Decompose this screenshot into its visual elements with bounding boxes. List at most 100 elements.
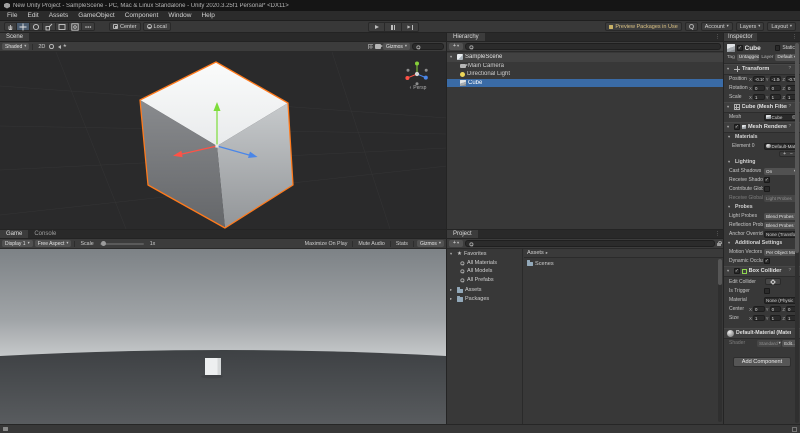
folder-assets[interactable]: ▸ Assets	[447, 286, 522, 295]
tab-game[interactable]: Game	[0, 230, 28, 238]
scene-viewport[interactable]: ‹ Persp	[0, 52, 446, 229]
size-y-field[interactable]: 1	[770, 315, 782, 322]
hand-tool-button[interactable]	[4, 22, 17, 31]
project-item-scenes[interactable]: Scenes	[524, 259, 723, 268]
favorite-all-models[interactable]: All Models	[447, 267, 522, 276]
draw-mode-dropdown[interactable]: Shaded ▾	[2, 43, 29, 50]
maximize-on-play-toggle[interactable]: Maximize On Play	[303, 241, 350, 247]
stats-toggle[interactable]: Stats	[394, 241, 410, 247]
box-collider-component-header[interactable]: ▾ ✓ Box Collider ?⋮	[724, 266, 800, 277]
foldout-icon[interactable]: ▾	[728, 205, 733, 209]
menu-component[interactable]: Component	[120, 11, 164, 21]
menu-assets[interactable]: Assets	[44, 11, 74, 21]
foldout-icon[interactable]: ▾	[450, 252, 455, 256]
pivot-center-button[interactable]: Center	[109, 22, 141, 31]
display-dropdown[interactable]: Display 1 ▾	[2, 240, 33, 247]
lighting-toggle-icon[interactable]	[49, 44, 53, 48]
favorite-all-prefabs[interactable]: All Prefabs	[447, 276, 522, 285]
hierarchy-row-samplescene[interactable]: ▾ SampleScene	[447, 53, 723, 62]
scale-tool-button[interactable]	[43, 22, 56, 31]
foldout-icon[interactable]: ▾	[727, 67, 732, 71]
rotation-x-field[interactable]: 0	[753, 85, 765, 92]
scene-search-input[interactable]	[412, 43, 444, 50]
activity-indicator-icon[interactable]	[792, 427, 797, 432]
is-trigger-checkbox[interactable]	[764, 288, 770, 294]
light-probes-dropdown[interactable]: Blend Probes ▾	[764, 213, 798, 220]
create-asset-button[interactable]: + ▾	[449, 240, 463, 247]
console-message-icon[interactable]	[3, 427, 8, 431]
menu-dots-icon[interactable]: ⋮	[715, 35, 720, 40]
audio-toggle-icon[interactable]	[58, 45, 61, 49]
help-icon[interactable]: ?	[789, 67, 792, 72]
foldout-icon[interactable]: ▸	[450, 297, 455, 301]
help-icon[interactable]: ?	[789, 105, 792, 110]
center-x-field[interactable]: 0	[753, 306, 765, 313]
scene-orientation-gizmo[interactable]	[405, 62, 427, 86]
anchor-override-field[interactable]: None (Transform)	[764, 231, 798, 238]
tab-scene[interactable]: Scene	[0, 33, 29, 41]
edit-collider-button[interactable]	[765, 278, 781, 286]
motion-vectors-dropdown[interactable]: Per Object Motion ▾	[764, 249, 798, 256]
inspector-scrollbar[interactable]	[795, 43, 799, 423]
inspector-scrollbar-thumb[interactable]	[795, 43, 799, 253]
menu-gameobject[interactable]: GameObject	[73, 11, 120, 21]
project-breadcrumb[interactable]: Assets ▸	[524, 249, 723, 258]
perspective-toggle[interactable]: ‹ Persp	[396, 85, 440, 91]
mesh-renderer-component-header[interactable]: ▾ ✓ Mesh Renderer ?⋮	[724, 122, 800, 133]
object-name-field[interactable]: Cube	[745, 45, 773, 52]
move-tool-button[interactable]	[17, 22, 30, 31]
search-button[interactable]	[685, 22, 698, 31]
scale-y-field[interactable]: 1	[770, 94, 782, 101]
hierarchy-row-main-camera[interactable]: Main Camera	[447, 62, 723, 71]
layers-dropdown[interactable]: Layers ▾	[736, 22, 765, 31]
effects-toggle-icon[interactable]: ★	[63, 44, 67, 49]
custom-tool-button[interactable]	[82, 22, 95, 31]
menu-edit[interactable]: Edit	[22, 11, 43, 21]
tab-console[interactable]: Console	[28, 230, 62, 238]
menu-dots-icon[interactable]: ⋮	[792, 35, 797, 40]
center-y-field[interactable]: 0	[770, 306, 782, 313]
layout-dropdown[interactable]: Layout ▾	[767, 22, 796, 31]
menu-window[interactable]: Window	[163, 11, 196, 21]
aspect-dropdown[interactable]: Free Aspect ▾	[35, 240, 72, 247]
hierarchy-row-cube[interactable]: Cube	[447, 79, 723, 88]
foldout-icon[interactable]: ▾	[727, 269, 732, 273]
padlock-icon[interactable]	[717, 243, 721, 246]
play-button[interactable]	[368, 22, 385, 32]
foldout-icon[interactable]: ▾	[450, 55, 455, 59]
static-checkbox[interactable]	[775, 45, 781, 51]
cast-shadows-dropdown[interactable]: On ▾	[764, 168, 798, 175]
transform-tool-button[interactable]	[69, 22, 82, 31]
material-section-header[interactable]: Default-Material (Material) ⋮	[724, 328, 800, 339]
hierarchy-search-input[interactable]	[465, 43, 721, 50]
axis-center[interactable]	[415, 72, 419, 76]
axis-z-cone[interactable]	[424, 76, 428, 80]
position-x-field[interactable]: -0.1050731	[753, 76, 765, 83]
foldout-icon[interactable]: ▾	[728, 135, 733, 139]
position-y-field[interactable]: -1.041091	[770, 76, 782, 83]
shader-dropdown[interactable]: Standard ▾	[757, 340, 781, 347]
folder-packages[interactable]: ▸ Packages	[447, 295, 522, 304]
2d-toggle[interactable]: 2D	[36, 44, 47, 50]
foldout-icon[interactable]: ▾	[728, 241, 733, 245]
add-component-button[interactable]: Add Component	[733, 357, 791, 367]
tab-inspector[interactable]: Inspector	[724, 33, 757, 41]
rotation-y-field[interactable]: 0	[770, 85, 782, 92]
gizmo-center-handle[interactable]	[215, 144, 218, 147]
material-object-field[interactable]: Default-Material	[764, 143, 798, 150]
axis-x-cone[interactable]	[405, 76, 409, 80]
mesh-filter-component-header[interactable]: ▾ Cube (Mesh Filter) ?⋮	[724, 102, 800, 113]
scale-slider[interactable]	[100, 243, 144, 245]
account-dropdown[interactable]: Account ▾	[701, 22, 733, 31]
box-collider-enabled-checkbox[interactable]: ✓	[734, 268, 740, 274]
materials-foldout[interactable]: ▾ Materials	[724, 133, 800, 142]
reflection-probes-dropdown[interactable]: Blend Probes ▾	[764, 222, 798, 229]
project-search-input[interactable]	[465, 240, 715, 247]
menu-file[interactable]: File	[2, 11, 22, 21]
scale-x-field[interactable]: 1	[753, 94, 765, 101]
pause-button[interactable]	[385, 22, 402, 32]
step-button[interactable]	[402, 22, 419, 32]
contribute-gi-checkbox[interactable]	[764, 186, 770, 192]
active-checkbox[interactable]: ✓	[737, 45, 743, 51]
favorites-row[interactable]: ▾ ★ Favorites	[447, 250, 522, 259]
